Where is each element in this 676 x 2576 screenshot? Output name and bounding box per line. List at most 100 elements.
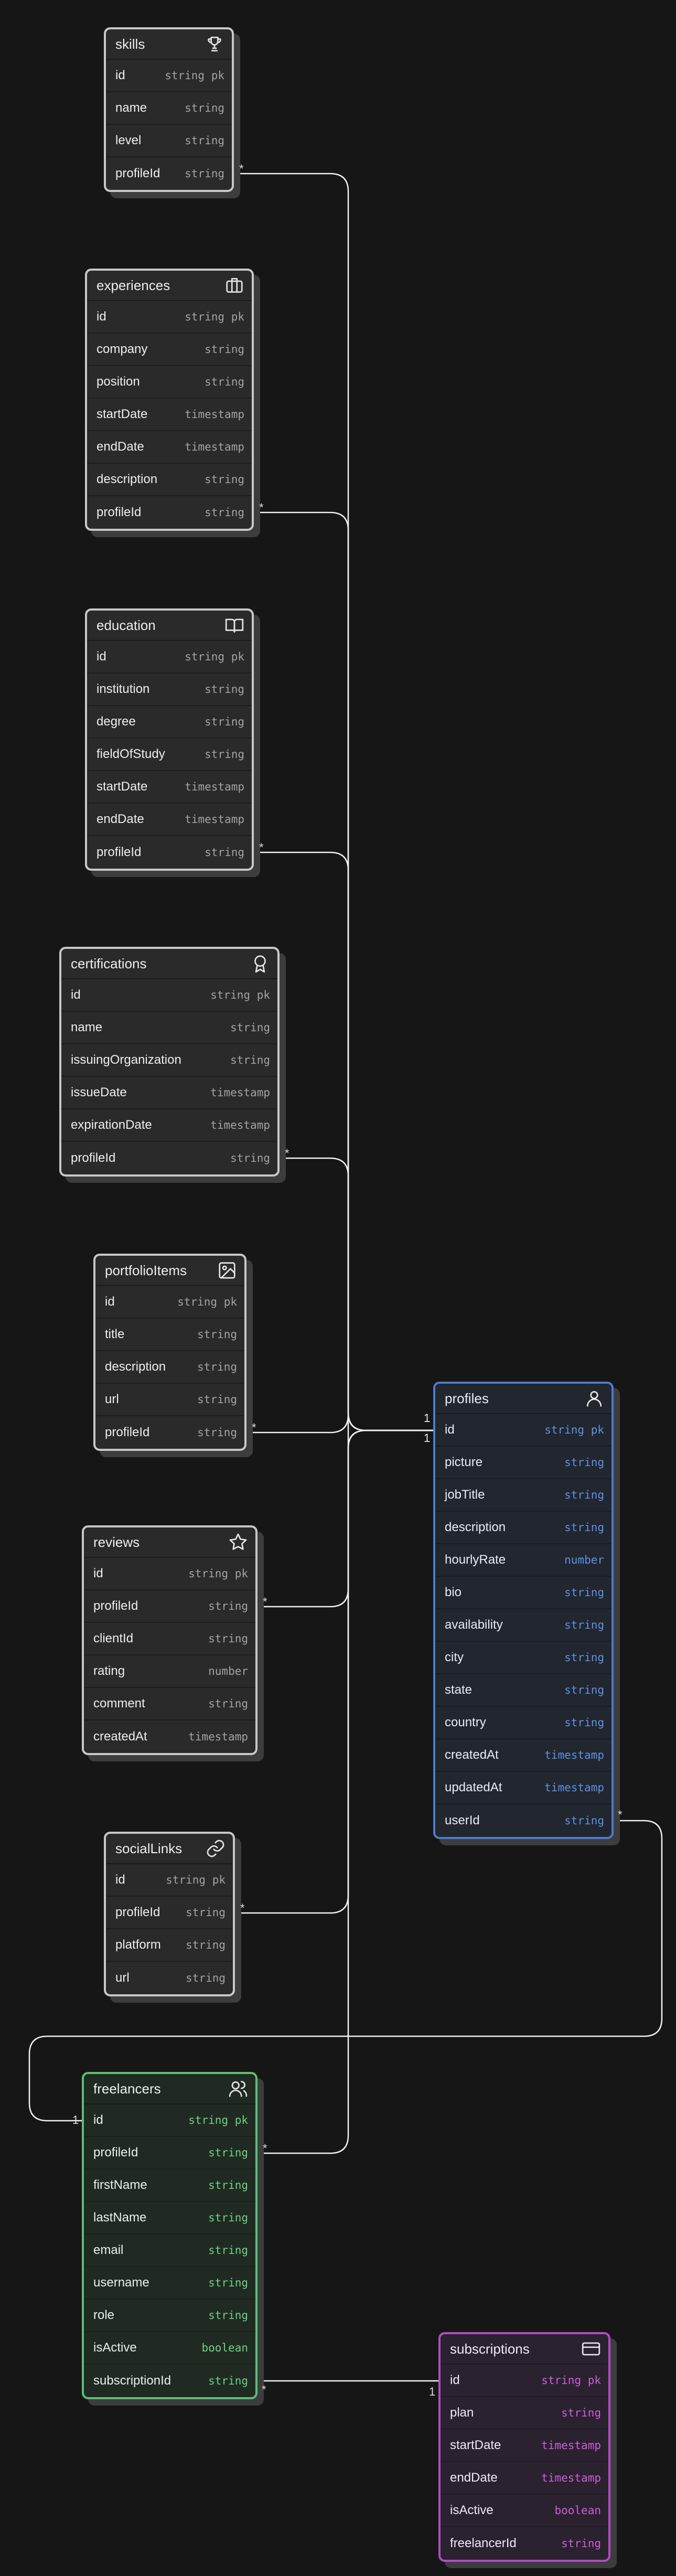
field-row[interactable]: availability string bbox=[435, 1609, 611, 1642]
field-row[interactable]: country string bbox=[435, 1707, 611, 1739]
table-header[interactable]: certifications bbox=[61, 949, 277, 979]
table-certifications[interactable]: certifications id string pk name string issui… bbox=[59, 947, 280, 1177]
field-row[interactable]: clientId string bbox=[84, 1623, 255, 1655]
field-row[interactable]: name string bbox=[61, 1012, 277, 1044]
field-row[interactable]: startDate timestamp bbox=[87, 771, 252, 804]
field-row[interactable]: level string bbox=[106, 125, 232, 157]
table-freelancers[interactable]: freelancers id string pk profileId string fir… bbox=[82, 2072, 257, 2399]
field-row[interactable]: profileId string bbox=[95, 1416, 244, 1449]
field-row[interactable]: endDate timestamp bbox=[441, 2462, 608, 2495]
field-row[interactable]: jobTitle string bbox=[435, 1479, 611, 1512]
field-row[interactable]: id string pk bbox=[84, 2104, 255, 2137]
relation-line bbox=[254, 511, 433, 1431]
field-row[interactable]: profileId string bbox=[84, 1590, 255, 1623]
field-row[interactable]: id string pk bbox=[87, 641, 252, 674]
field-row[interactable]: id string pk bbox=[441, 2365, 608, 2397]
field-row[interactable]: firstName string bbox=[84, 2169, 255, 2202]
field-type: string bbox=[208, 2244, 248, 2257]
table-header[interactable]: socialLinks bbox=[106, 1834, 233, 1864]
field-name: state bbox=[445, 1683, 473, 1697]
table-experiences[interactable]: experiences id string pk company string posit… bbox=[85, 269, 254, 531]
field-type: string pk bbox=[210, 989, 270, 1001]
field-row[interactable]: state string bbox=[435, 1674, 611, 1707]
table-header[interactable]: portfolioItems bbox=[95, 1256, 244, 1286]
field-row[interactable]: position string bbox=[87, 366, 252, 399]
field-row[interactable]: name string bbox=[106, 92, 232, 125]
field-row[interactable]: picture string bbox=[435, 1447, 611, 1479]
field-row[interactable]: id string pk bbox=[87, 301, 252, 334]
field-type: timestamp bbox=[210, 1086, 270, 1099]
table-header[interactable]: skills bbox=[106, 29, 232, 60]
field-row[interactable]: isActive boolean bbox=[84, 2332, 255, 2365]
field-row[interactable]: url string bbox=[106, 1962, 233, 1994]
field-row[interactable]: expirationDate timestamp bbox=[61, 1109, 277, 1142]
field-row[interactable]: profileId string bbox=[106, 157, 232, 190]
field-row[interactable]: role string bbox=[84, 2300, 255, 2332]
table-header[interactable]: subscriptions bbox=[441, 2334, 608, 2365]
field-row[interactable]: plan string bbox=[441, 2397, 608, 2430]
table-header[interactable]: freelancers bbox=[84, 2074, 255, 2104]
field-type: string pk bbox=[165, 69, 224, 82]
field-row[interactable]: issueDate timestamp bbox=[61, 1077, 277, 1109]
table-portfolioItems[interactable]: portfolioItems id string pk title string desc… bbox=[93, 1254, 246, 1451]
field-row[interactable]: id string pk bbox=[61, 979, 277, 1012]
field-row[interactable]: profileId string bbox=[106, 1897, 233, 1929]
field-row[interactable]: startDate timestamp bbox=[441, 2430, 608, 2462]
field-row[interactable]: description string bbox=[87, 464, 252, 496]
field-row[interactable]: createdAt timestamp bbox=[435, 1739, 611, 1772]
field-row[interactable]: subscriptionId string bbox=[84, 2365, 255, 2397]
field-row[interactable]: lastName string bbox=[84, 2202, 255, 2235]
field-row[interactable]: updatedAt timestamp bbox=[435, 1772, 611, 1804]
field-row[interactable]: city string bbox=[435, 1642, 611, 1674]
field-row[interactable]: url string bbox=[95, 1384, 244, 1416]
field-name: profileId bbox=[115, 166, 160, 180]
field-row[interactable]: fieldOfStudy string bbox=[87, 739, 252, 771]
field-row[interactable]: profileId string bbox=[61, 1142, 277, 1174]
field-row[interactable]: email string bbox=[84, 2235, 255, 2267]
field-type: string bbox=[186, 1972, 226, 1984]
field-row[interactable]: bio string bbox=[435, 1577, 611, 1609]
table-education[interactable]: education id string pk institution string deg… bbox=[85, 608, 254, 871]
field-row[interactable]: issuingOrganization string bbox=[61, 1044, 277, 1077]
table-skills[interactable]: skills id string pk name string level string pr… bbox=[104, 27, 234, 192]
field-row[interactable]: profileId string bbox=[87, 496, 252, 529]
field-row[interactable]: userId string bbox=[435, 1804, 611, 1837]
table-profiles[interactable]: profiles id string pk picture string jobTitle… bbox=[433, 1382, 614, 1839]
field-row[interactable]: startDate timestamp bbox=[87, 399, 252, 431]
field-row[interactable]: title string bbox=[95, 1319, 244, 1351]
field-name: freelancerId bbox=[450, 2536, 517, 2550]
field-row[interactable]: id string pk bbox=[106, 1864, 233, 1897]
field-row[interactable]: platform string bbox=[106, 1929, 233, 1962]
table-header[interactable]: experiences bbox=[87, 271, 252, 301]
field-row[interactable]: createdAt timestamp bbox=[84, 1720, 255, 1753]
field-row[interactable]: id string pk bbox=[84, 1558, 255, 1590]
table-header[interactable]: education bbox=[87, 611, 252, 641]
field-row[interactable]: comment string bbox=[84, 1688, 255, 1720]
field-row[interactable]: description string bbox=[435, 1512, 611, 1544]
table-socialLinks[interactable]: socialLinks id string pk profileId string pla… bbox=[104, 1832, 235, 1996]
field-name: profileId bbox=[115, 1905, 160, 1919]
table-header[interactable]: reviews bbox=[84, 1527, 255, 1558]
field-row[interactable]: profileId string bbox=[84, 2137, 255, 2169]
field-row[interactable]: profileId string bbox=[87, 836, 252, 869]
field-row[interactable]: id string pk bbox=[106, 60, 232, 92]
field-row[interactable]: degree string bbox=[87, 706, 252, 739]
field-row[interactable]: endDate timestamp bbox=[87, 804, 252, 836]
field-row[interactable]: username string bbox=[84, 2267, 255, 2300]
table-subscriptions[interactable]: subscriptions id string pk plan string startD… bbox=[438, 2332, 610, 2562]
field-type: string bbox=[205, 473, 244, 486]
field-row[interactable]: hourlyRate number bbox=[435, 1544, 611, 1577]
field-row[interactable]: id string pk bbox=[435, 1414, 611, 1447]
field-row[interactable]: rating number bbox=[84, 1655, 255, 1688]
field-row[interactable]: description string bbox=[95, 1351, 244, 1384]
table-header[interactable]: profiles bbox=[435, 1384, 611, 1414]
field-row[interactable]: endDate timestamp bbox=[87, 431, 252, 464]
field-row[interactable]: id string pk bbox=[95, 1286, 244, 1319]
field-row[interactable]: freelancerId string bbox=[441, 2527, 608, 2560]
field-name: institution bbox=[96, 682, 150, 696]
field-row[interactable]: company string bbox=[87, 334, 252, 366]
field-row[interactable]: isActive boolean bbox=[441, 2495, 608, 2527]
table-reviews[interactable]: reviews id string pk profileId string clientI… bbox=[82, 1525, 257, 1755]
field-row[interactable]: institution string bbox=[87, 674, 252, 706]
field-type: string bbox=[561, 2537, 601, 2550]
